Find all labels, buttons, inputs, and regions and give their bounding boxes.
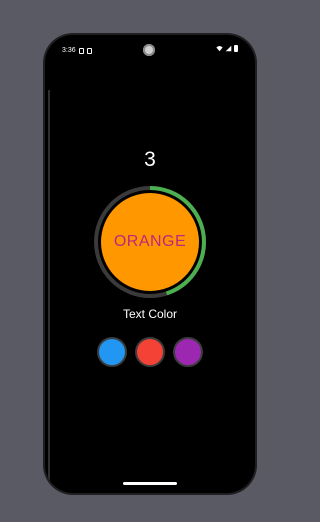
status-left: 3:36: [62, 45, 92, 57]
notification-icon: [86, 48, 92, 54]
phone-screen: 3:36 3 ORANGE Text Color: [45, 35, 255, 493]
sim-icon: [78, 48, 84, 54]
round-counter: 3: [144, 148, 156, 171]
status-bar: 3:36: [62, 45, 238, 57]
choice-red-button[interactable]: [135, 337, 165, 367]
status-time: 3:36: [62, 47, 76, 54]
signal-icon: [225, 45, 232, 52]
color-circle-timer: ORANGE: [93, 185, 207, 299]
choice-blue-button[interactable]: [97, 337, 127, 367]
battery-icon: [234, 45, 238, 52]
status-right: [216, 45, 238, 52]
wifi-icon: [216, 46, 223, 52]
color-word: ORANGE: [113, 233, 187, 250]
prompt-label: Text Color: [122, 307, 178, 321]
home-indicator[interactable]: [123, 482, 177, 485]
choice-purple-button[interactable]: [173, 337, 203, 367]
color-choices: [97, 337, 203, 367]
